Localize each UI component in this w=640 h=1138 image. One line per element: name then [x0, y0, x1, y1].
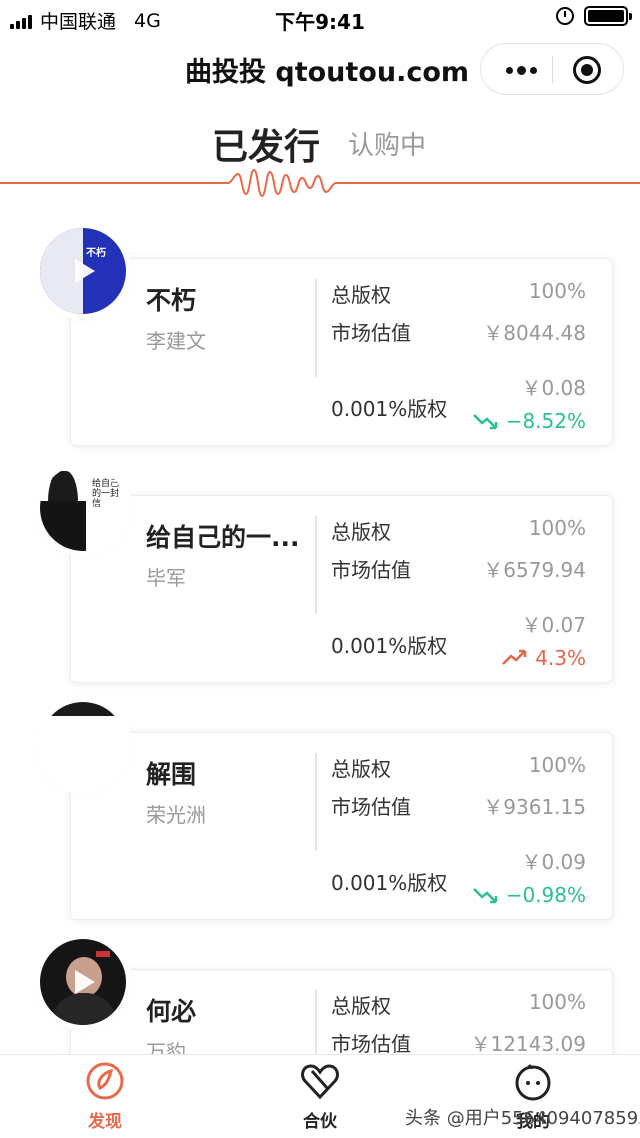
market-value: ￥9361.15	[483, 795, 586, 819]
album-cover[interactable]	[40, 939, 126, 1025]
discover-icon	[86, 1062, 124, 1100]
status-bar: 中国联通 4G 下午9:41	[0, 0, 640, 36]
song-artist: 荣光洲	[146, 803, 206, 827]
page-title: 曲投投 qtoutou.com	[185, 57, 470, 88]
price-change-value: −0.98%	[505, 883, 586, 907]
capsule-divider	[552, 56, 553, 84]
partner-heart-icon	[301, 1064, 339, 1100]
mine-face-icon	[515, 1064, 551, 1101]
song-title: 不朽	[146, 286, 197, 315]
card-divider	[315, 516, 317, 614]
trend-down-icon	[472, 888, 497, 904]
song-card[interactable]: 给自己的一... 毕军 总版权 100% 市场估值 ￥6579.94 ￥0.07…	[70, 495, 613, 683]
watermark: 头条 @用户5564094078593	[405, 1108, 640, 1129]
market-value-label: 市场估值	[331, 321, 411, 345]
market-value: ￥12143.09	[470, 1032, 586, 1056]
total-rights-value: 100%	[528, 516, 586, 540]
market-value-label: 市场估值	[331, 795, 411, 819]
song-title: 给自己的一...	[146, 523, 300, 552]
market-value-label: 市场估值	[331, 1032, 411, 1056]
share-price: ￥0.07	[521, 613, 586, 637]
album-cover[interactable]	[40, 702, 126, 788]
alarm-icon	[556, 7, 574, 25]
mini-program-capsule	[480, 43, 624, 95]
market-value: ￥8044.48	[483, 321, 586, 345]
tab-partner[interactable]: 合伙	[265, 1059, 375, 1137]
price-change: 4.3%	[501, 646, 586, 670]
song-item[interactable]: 给自己的一... 毕军 总版权 100% 市场估值 ￥6579.94 ￥0.07…	[0, 465, 640, 695]
trend-down-icon	[472, 414, 497, 430]
price-change: −0.98%	[472, 883, 586, 907]
share-rights-label: 0.001%版权	[331, 634, 448, 658]
song-item[interactable]: 解围 荣光洲 总版权 100% 市场估值 ￥9361.15 ￥0.09 0.00…	[0, 702, 640, 932]
cover-title: 不朽	[86, 248, 106, 259]
market-value-label: 市场估值	[331, 558, 411, 582]
song-title: 何必	[146, 997, 197, 1026]
total-rights-label: 总版权	[331, 994, 391, 1018]
song-card[interactable]: 解围 荣光洲 总版权 100% 市场估值 ￥9361.15 ￥0.09 0.00…	[70, 732, 613, 920]
album-cover[interactable]: 不朽	[40, 228, 126, 314]
share-rights-label: 0.001%版权	[331, 871, 448, 895]
card-divider	[315, 753, 317, 851]
total-rights-value: 100%	[528, 279, 586, 303]
album-cover[interactable]: 给自己的一封信	[40, 465, 126, 551]
tab-issued[interactable]: 已发行	[212, 118, 320, 170]
share-rights-label: 0.001%版权	[331, 397, 448, 421]
status-time: 下午9:41	[275, 10, 365, 34]
price-change-value: 4.3%	[535, 646, 586, 670]
battery-icon	[584, 6, 632, 26]
tab-partner-label: 合伙	[303, 1112, 337, 1132]
close-target-icon[interactable]	[573, 56, 601, 84]
header: 曲投投 qtoutou.com	[0, 36, 640, 102]
share-price: ￥0.08	[521, 376, 586, 400]
cover-title: 给自己的一封信	[92, 479, 120, 509]
play-icon[interactable]	[75, 259, 95, 283]
price-change-value: −8.52%	[505, 409, 586, 433]
total-rights-label: 总版权	[331, 520, 391, 544]
more-icon[interactable]	[501, 44, 541, 96]
trend-up-icon	[502, 649, 527, 665]
total-rights-value: 100%	[528, 753, 586, 777]
total-rights-label: 总版权	[331, 757, 391, 781]
song-artist: 李建文	[146, 329, 206, 353]
play-icon[interactable]	[75, 970, 95, 994]
price-change: −8.52%	[472, 409, 586, 433]
total-rights-value: 100%	[528, 990, 586, 1014]
song-title: 解围	[146, 760, 197, 789]
market-value: ￥6579.94	[483, 558, 586, 582]
song-item[interactable]: 不朽 李建文 总版权 100% 市场估值 ￥8044.48 ￥0.08 0.00…	[0, 228, 640, 458]
share-price: ￥0.09	[521, 850, 586, 874]
status-right	[556, 6, 632, 26]
tab-discover-label: 发现	[88, 1112, 122, 1132]
tab-subscribing[interactable]: 认购中	[348, 125, 426, 162]
song-artist: 毕军	[146, 566, 186, 590]
wave-divider	[0, 168, 640, 198]
tab-discover[interactable]: 发现	[50, 1059, 160, 1137]
song-card[interactable]: 不朽 李建文 总版权 100% 市场估值 ￥8044.48 ￥0.08 0.00…	[70, 258, 613, 446]
card-divider	[315, 279, 317, 377]
total-rights-label: 总版权	[331, 283, 391, 307]
